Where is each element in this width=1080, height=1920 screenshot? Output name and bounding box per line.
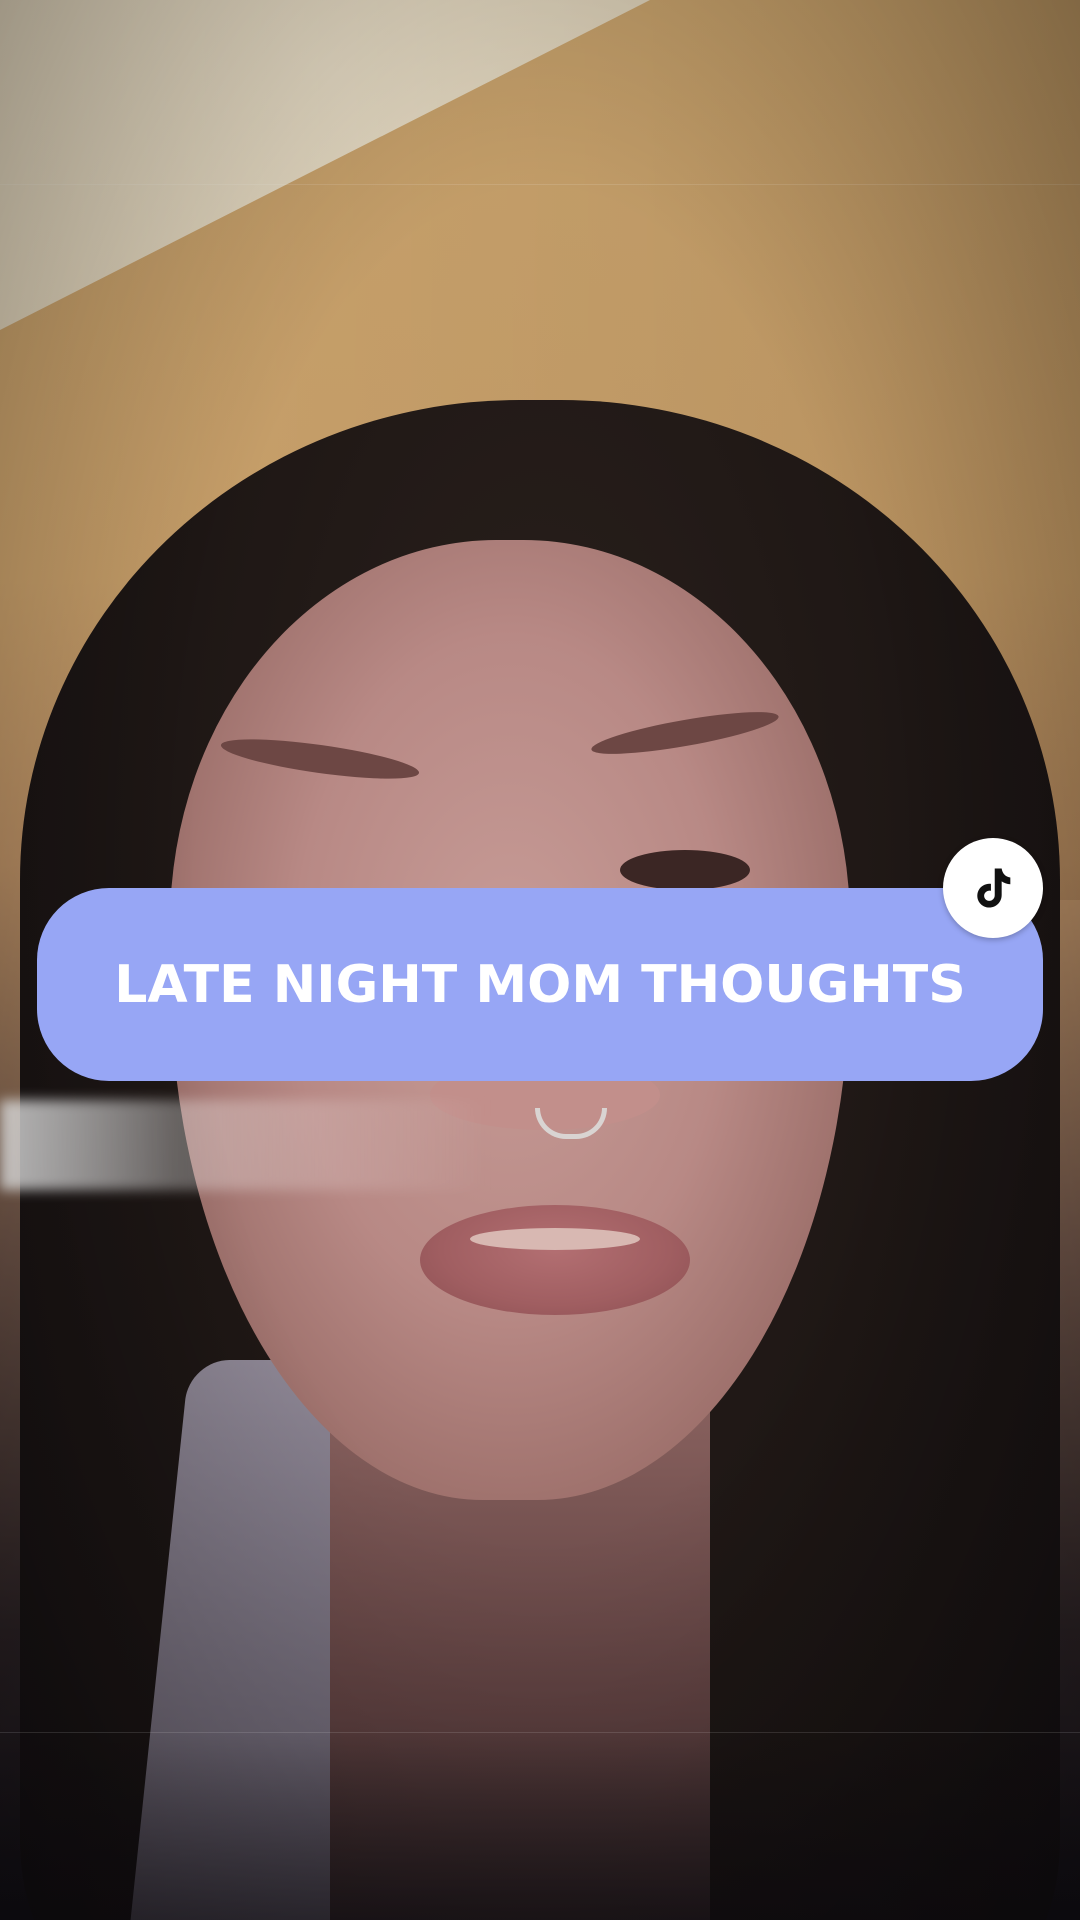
tiktok-logo-icon (977, 868, 1011, 908)
video-frame[interactable]: LATE NIGHT MOM THOUGHTS (0, 0, 1080, 1920)
tiktok-logo-badge[interactable] (943, 838, 1043, 938)
video-bottom-shade (0, 1730, 1080, 1920)
safe-area-bottom-line (0, 1732, 1080, 1733)
caption-pill: LATE NIGHT MOM THOUGHTS (37, 888, 1043, 1081)
caption-text: LATE NIGHT MOM THOUGHTS (114, 954, 966, 1015)
